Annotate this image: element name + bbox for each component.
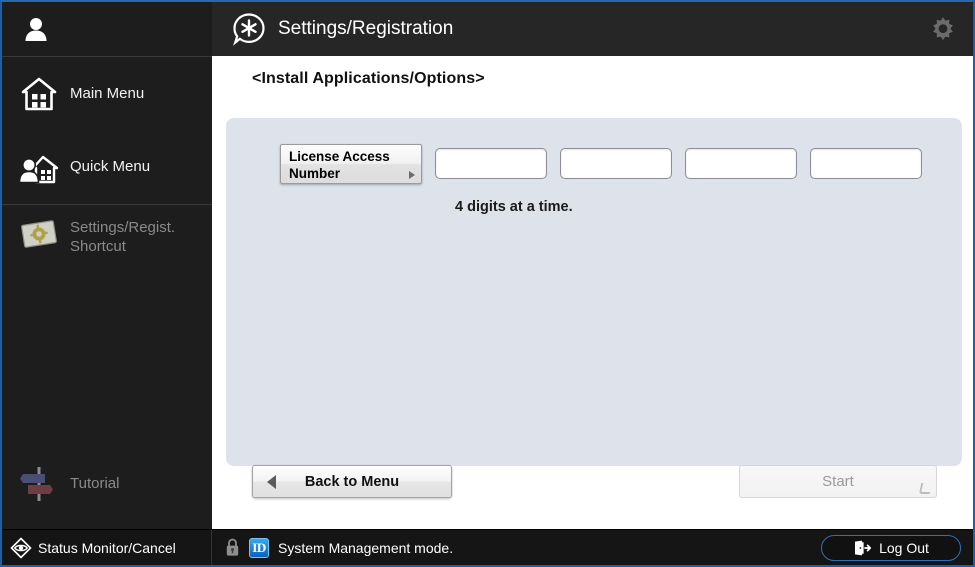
sidebar-item-tutorial[interactable]: Tutorial (2, 457, 212, 511)
device-screen: Main Menu Quick Menu Settings/Regist. Sh… (0, 0, 975, 567)
sidebar-item-quick-menu[interactable]: Quick Menu (2, 131, 212, 205)
digit-fields-group (422, 148, 922, 179)
left-triangle-icon (267, 474, 276, 489)
log-out-button[interactable]: Log Out (821, 534, 961, 561)
shortcut-label-line2: Shortcut (70, 237, 126, 255)
status-monitor-cancel-button[interactable]: Status Monitor/Cancel (2, 530, 212, 565)
digit-field-1[interactable] (435, 148, 547, 179)
status-bar: Status Monitor/Cancel ID System Manageme… (2, 529, 973, 565)
shortcut-label-line1: Settings/Regist. (70, 219, 176, 236)
license-button-line1: License Access (289, 149, 390, 164)
exit-door-icon (853, 540, 872, 556)
digits-hint-text: 4 digits at a time. (455, 199, 573, 215)
license-button-line2: Number (289, 165, 341, 181)
settings-shortcut-card-icon (16, 217, 62, 251)
back-to-menu-button[interactable]: Back to Menu (252, 465, 452, 498)
sidebar: Main Menu Quick Menu Settings/Regist. Sh… (2, 2, 212, 533)
sidebar-item-label: Main Menu (70, 84, 145, 102)
sidebar-item-label: Tutorial (70, 474, 120, 492)
page-title: Settings/Registration (278, 18, 454, 39)
signpost-icon (16, 464, 62, 504)
status-monitor-label: Status Monitor/Cancel (38, 539, 176, 556)
id-badge: ID (249, 537, 269, 558)
digit-field-2[interactable] (560, 148, 672, 179)
license-access-number-row: License Access Number (280, 144, 922, 184)
person-home-icon (16, 151, 62, 185)
diamond-eye-icon (10, 536, 32, 559)
right-triangle-icon (409, 171, 415, 179)
digit-field-4[interactable] (810, 148, 922, 179)
gear-icon[interactable] (927, 14, 959, 46)
system-mode-indicator: ID System Management mode. (212, 537, 821, 558)
back-to-menu-label: Back to Menu (304, 473, 400, 490)
breadcrumb: <Install Applications/Options> (252, 70, 485, 87)
start-button[interactable]: Start (739, 465, 937, 498)
user-avatar-icon (22, 15, 50, 43)
title-bar: Settings/Registration (212, 2, 973, 56)
digit-field-3[interactable] (685, 148, 797, 179)
sidebar-item-main-menu[interactable]: Main Menu (2, 57, 212, 131)
log-out-label: Log Out (879, 539, 929, 556)
sidebar-item-settings-shortcut[interactable]: Settings/Regist. Shortcut (2, 205, 212, 277)
avatar[interactable] (2, 2, 212, 57)
settings-registration-icon (232, 12, 266, 46)
resize-corner-icon (918, 483, 933, 494)
sidebar-item-label: Settings/Regist. Shortcut (70, 219, 175, 257)
system-mode-label: System Management mode. (278, 539, 454, 556)
sidebar-item-label: Quick Menu (70, 158, 151, 176)
start-label: Start (822, 473, 854, 490)
padlock-icon (225, 538, 240, 557)
home-icon (16, 77, 62, 111)
main-area: Settings/Registration <Install Applicati… (212, 2, 973, 533)
license-access-number-button[interactable]: License Access Number (280, 144, 422, 184)
